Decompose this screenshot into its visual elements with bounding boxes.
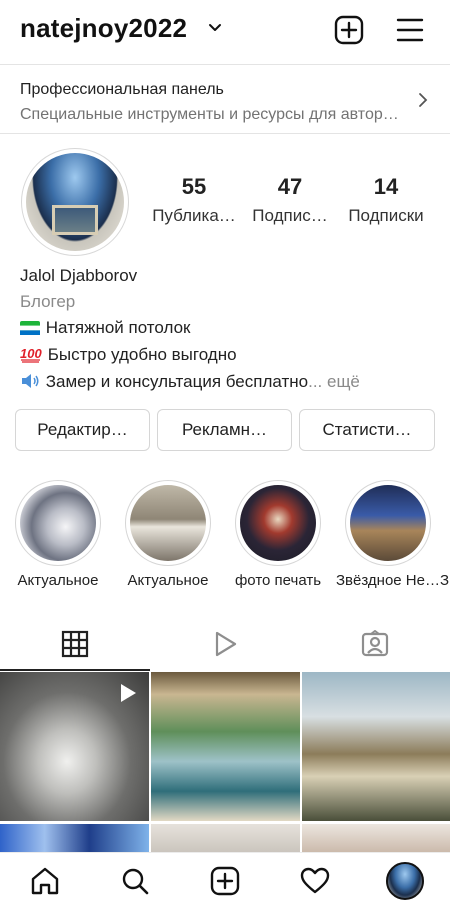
- bio-line-1-text: Натяжной потолок: [45, 318, 191, 337]
- story-highlight[interactable]: Актуальное: [15, 480, 101, 589]
- stat-followers-value: 47: [277, 174, 303, 199]
- ad-tools-button[interactable]: Рекламн…: [157, 409, 292, 451]
- highlight-label: фото печать: [234, 572, 322, 589]
- bio-line-3-text: Замер и консультация бесплатно: [45, 372, 309, 391]
- stat-posts-value: 55: [181, 174, 207, 199]
- stat-posts-label: Публика…: [152, 206, 236, 225]
- highlight-cover: [350, 485, 426, 561]
- tagged-icon: [361, 630, 389, 657]
- dashboard-title: Профессиональная панель: [20, 81, 224, 98]
- reels-icon: [215, 631, 237, 657]
- professional-dashboard-banner[interactable]: Профессиональная панель Специальные инст…: [0, 64, 450, 134]
- stat-posts[interactable]: 55 Публика…: [148, 174, 240, 226]
- grid-icon: [61, 630, 89, 658]
- post-thumbnail[interactable]: [0, 672, 149, 821]
- plus-square-icon[interactable]: [334, 15, 364, 45]
- bio-line-2-text: Быстро удобно выгодно: [47, 345, 237, 364]
- tab-tagged[interactable]: [300, 616, 450, 672]
- profile-avatar[interactable]: [21, 148, 129, 256]
- tab-posts-grid[interactable]: [0, 616, 150, 672]
- tab-reels[interactable]: [150, 616, 300, 672]
- post-thumbnail[interactable]: [151, 824, 300, 854]
- top-header: natejnoy2022: [0, 0, 450, 62]
- stat-followers-label: Подпис…: [252, 206, 328, 225]
- story-highlight[interactable]: Звёздное Не…: [336, 480, 440, 589]
- home-icon[interactable]: [29, 865, 61, 897]
- story-highlight[interactable]: Актуальное: [125, 480, 211, 589]
- profile-category: Блогер: [20, 292, 76, 311]
- highlight-label: Звёздное Не…: [336, 572, 440, 589]
- highlight-label: Актуальное: [17, 572, 99, 589]
- bio-line-2: 100 Быстро удобно выгодно: [20, 345, 237, 365]
- bio-line-1: Натяжной потолок: [20, 318, 190, 338]
- speaker-icon: [22, 374, 39, 388]
- insights-button[interactable]: Статисти…: [299, 409, 435, 451]
- post-thumbnail[interactable]: [302, 824, 450, 854]
- post-thumbnail[interactable]: [302, 672, 450, 821]
- reel-play-icon: [121, 684, 136, 702]
- active-tab-indicator: [0, 669, 150, 671]
- search-icon[interactable]: [119, 865, 151, 897]
- chevron-right-icon: [419, 93, 428, 107]
- heart-icon[interactable]: [299, 865, 331, 897]
- hundred-points-icon: 100: [20, 346, 42, 363]
- story-highlight[interactable]: фото печать: [235, 480, 321, 589]
- chevron-down-icon[interactable]: [207, 20, 223, 36]
- highlight-label: Актуальное: [127, 572, 209, 589]
- bottom-navigation: [0, 852, 450, 909]
- new-post-icon[interactable]: [209, 865, 241, 897]
- stat-following-value: 14: [373, 174, 399, 199]
- profile-tabs: [0, 616, 450, 672]
- highlight-cover: [20, 485, 96, 561]
- sierra-leone-flag-icon: [20, 321, 40, 335]
- account-username[interactable]: natejnoy2022: [20, 13, 187, 44]
- hamburger-menu-icon[interactable]: [396, 17, 424, 43]
- bio-more-link[interactable]: ... ещё: [308, 372, 360, 391]
- svg-text:100: 100: [20, 346, 42, 361]
- highlight-cover: [130, 485, 206, 561]
- profile-avatar[interactable]: [386, 862, 424, 900]
- post-thumbnail[interactable]: [0, 824, 149, 854]
- profile-name: Jalol Djabborov: [20, 266, 138, 285]
- stat-following[interactable]: 14 Подписки: [340, 174, 432, 226]
- bio-line-3: Замер и консультация бесплатно... ещё: [20, 372, 360, 392]
- dashboard-subtitle: Специальные инструменты и ресурсы для ав…: [20, 106, 399, 123]
- edit-profile-button[interactable]: Редактир…: [15, 409, 150, 451]
- stat-following-label: Подписки: [348, 206, 424, 225]
- highlight-overflow: З: [440, 572, 450, 589]
- profile-photo: [26, 153, 124, 251]
- highlight-cover: [240, 485, 316, 561]
- stat-followers[interactable]: 47 Подпис…: [244, 174, 336, 226]
- post-thumbnail[interactable]: [151, 672, 300, 821]
